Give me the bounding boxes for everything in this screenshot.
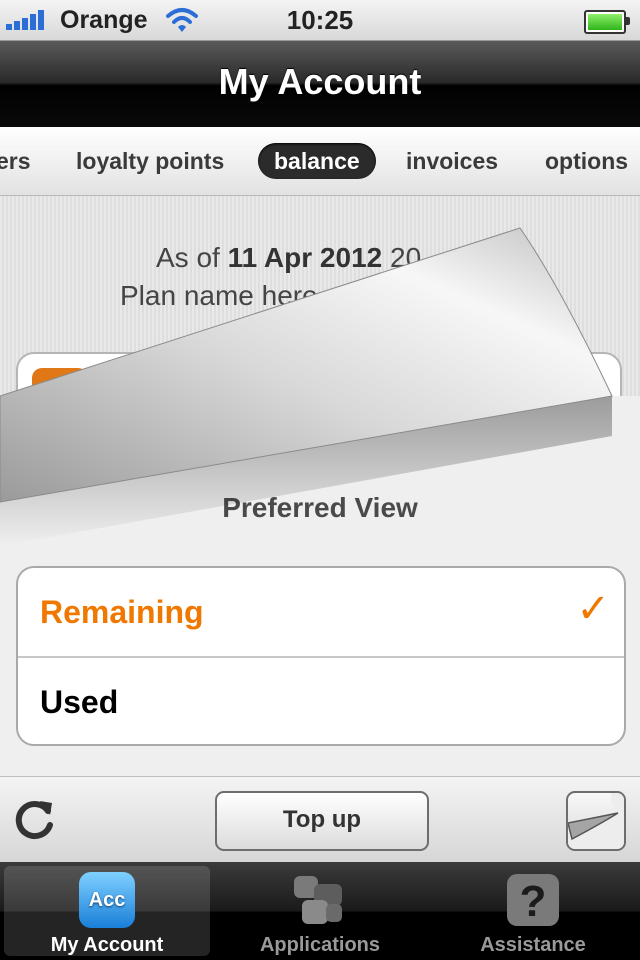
preferred-view-options: Remaining ✓ Used [16, 566, 626, 746]
tab-label: Applications [259, 934, 380, 956]
tab-invoices[interactable]: invoices [406, 143, 498, 179]
option-used[interactable]: Used [18, 658, 624, 744]
navigation-bar: My Account [0, 41, 640, 127]
bottom-toolbar: Top up [0, 776, 640, 863]
help-icon: ? [507, 874, 559, 926]
tab-my-account[interactable]: Acc My Account [4, 866, 210, 956]
tab-applications[interactable]: Applications [217, 866, 423, 956]
tab-loyalty-points[interactable]: loyalty points [76, 143, 224, 179]
tab-label: Assistance [480, 934, 586, 956]
option-label: Used [40, 684, 119, 720]
tab-label: My Account [50, 934, 164, 956]
tab-bar: Acc My Account Applications ? Assistance [0, 862, 640, 960]
page-title: My Account [218, 61, 422, 102]
svg-text:?: ? [520, 877, 547, 926]
as-of-date: As of 11 Apr 2012 20 [156, 242, 422, 273]
applications-icon [294, 876, 342, 924]
content-area: As of 11 Apr 2012 20 Plan name here Pref… [0, 196, 640, 776]
balance-type-icon [32, 368, 88, 424]
acc-icon: Acc [79, 872, 135, 928]
tab-assistance[interactable]: ? Assistance [430, 866, 636, 956]
tab-balance[interactable]: balance [258, 143, 376, 179]
top-up-button[interactable]: Top up [215, 791, 429, 851]
checkmark-icon: ✓ [576, 587, 610, 631]
preferred-view-title: Preferred View [222, 492, 418, 523]
status-bar: Orange 10:25 [0, 0, 640, 41]
battery-icon [584, 10, 630, 34]
option-remaining[interactable]: Remaining ✓ [18, 568, 624, 658]
tab-numbers[interactable]: ers [0, 143, 31, 179]
refresh-icon[interactable] [12, 795, 60, 843]
page-curl-button[interactable] [566, 791, 626, 851]
segment-tabs: ers loyalty points balance invoices opti… [0, 127, 640, 196]
tab-options[interactable]: options [545, 143, 628, 179]
option-label: Remaining [40, 594, 204, 630]
plan-name: Plan name here [120, 280, 318, 311]
status-time: 10:25 [286, 5, 354, 35]
page-curl-icon [568, 793, 624, 849]
